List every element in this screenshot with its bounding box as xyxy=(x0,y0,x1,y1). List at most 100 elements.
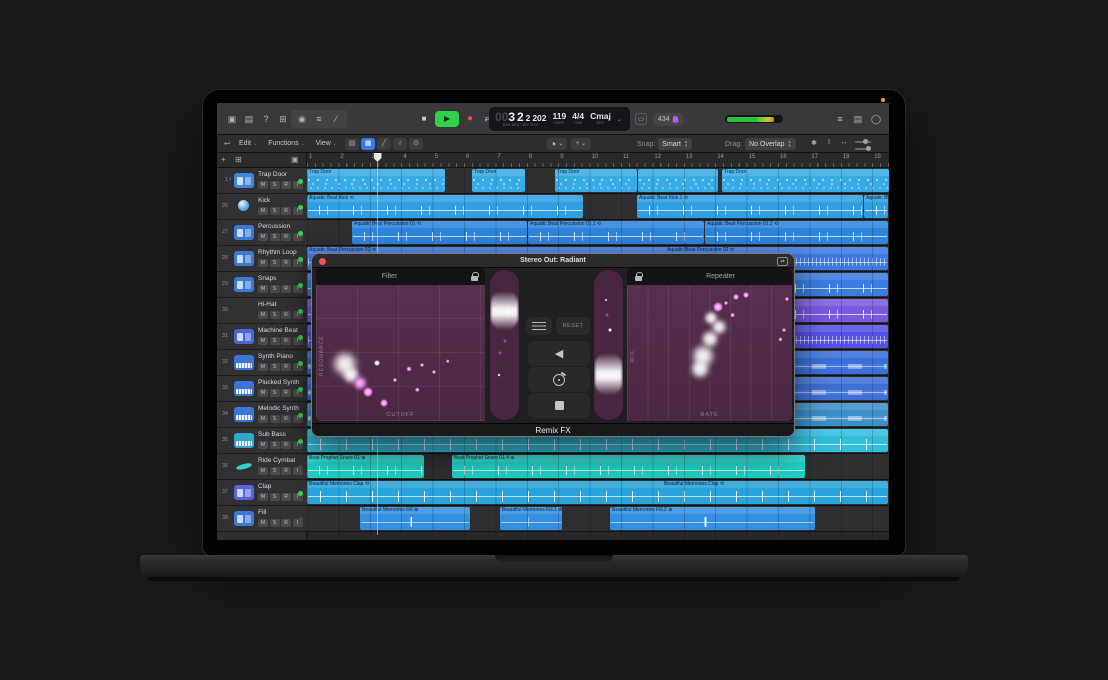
tape-stop-button[interactable] xyxy=(528,393,590,418)
track-header-clap[interactable]: 37ClapMSRI xyxy=(217,480,307,506)
mute-button[interactable]: M xyxy=(258,285,268,293)
solo-button[interactable]: S xyxy=(270,441,280,449)
track-name[interactable]: Sub Bass xyxy=(258,431,286,438)
track-name[interactable]: Kick xyxy=(258,197,270,204)
track-name[interactable]: Synth Piano xyxy=(258,353,293,360)
reverse-button[interactable]: ◀ xyxy=(528,341,590,366)
media-browser-icon[interactable]: ♫ xyxy=(887,112,889,126)
record-enable-button[interactable]: R xyxy=(281,259,291,267)
flex-icon[interactable]: ≀ xyxy=(393,138,407,150)
snap-select[interactable]: Smart▲▼ xyxy=(658,138,692,150)
region-beat-prophet-snare-01[interactable]: Beat Prophet Snare 01 ⊕ xyxy=(307,455,424,478)
scratch-button[interactable] xyxy=(528,367,590,392)
region-trap-door[interactable]: Trap Door xyxy=(555,169,637,192)
mute-button[interactable]: M xyxy=(258,259,268,267)
mute-button[interactable]: M xyxy=(258,389,268,397)
region-aquatic-beat-kick-1[interactable]: Aquatic Beat Kick.1 ⟲ xyxy=(637,195,863,218)
record-enable-button[interactable]: R xyxy=(281,181,291,189)
add-track-button[interactable]: + xyxy=(221,155,226,164)
record-enable-button[interactable]: R xyxy=(281,337,291,345)
bar-ruler[interactable]: 12345678910111213141516171819 xyxy=(307,153,889,168)
gater-slider[interactable] xyxy=(489,269,520,421)
solo-button[interactable]: S xyxy=(270,493,280,501)
repeater-lock-button[interactable] xyxy=(627,268,649,285)
region-trap-door[interactable]: Trap Door xyxy=(472,169,525,192)
repeater-xy-pad[interactable]: MIX RATE xyxy=(627,285,792,421)
pointer-tool[interactable]: ▲ ⌄ xyxy=(547,138,567,150)
track-header-plucked-synth[interactable]: 33Plucked SynthMSRI xyxy=(217,376,307,402)
duplicate-track-button[interactable]: ⊞ xyxy=(235,155,242,164)
record-enable-button[interactable]: R xyxy=(281,311,291,319)
track-zoom-button[interactable]: ▣ xyxy=(291,155,299,164)
catch-playhead-icon[interactable]: ⊙ xyxy=(409,138,423,150)
solo-button[interactable]: S xyxy=(270,467,280,475)
list-editors-icon[interactable]: ≡ xyxy=(833,112,847,126)
track-header-rhythm-loop[interactable]: 28Rhythm LoopMSRI xyxy=(217,246,307,272)
loop-browser-icon[interactable]: ◯ xyxy=(869,112,883,126)
track-header-sub-bass[interactable]: 35Sub BassMSRI xyxy=(217,428,307,454)
track-header-melodic-synth[interactable]: 34Melodic SynthMSRI xyxy=(217,402,307,428)
track-name[interactable]: Hi-Hat xyxy=(258,301,276,308)
region-aquatic-beat-percussion-01-2[interactable]: Aquatic Beat Percussion 01.2 ⟲ xyxy=(705,221,888,244)
record-enable-button[interactable]: R xyxy=(281,233,291,241)
smart-controls-icon[interactable]: ≡ xyxy=(312,112,326,126)
solo-button[interactable]: S xyxy=(270,233,280,241)
track-header-fill[interactable]: 38FillMSRI xyxy=(217,506,307,532)
solo-button[interactable]: S xyxy=(270,519,280,527)
mute-button[interactable]: M xyxy=(258,207,268,215)
tuner-icon[interactable]: ◉ xyxy=(295,112,309,126)
solo-button[interactable]: S xyxy=(270,259,280,267)
solo-button[interactable]: S xyxy=(270,285,280,293)
track-header-hi-hat[interactable]: 30Hi-HatMSRI xyxy=(217,298,307,324)
mute-button[interactable]: M xyxy=(258,415,268,423)
solo-button[interactable]: S xyxy=(270,389,280,397)
mute-button[interactable]: M xyxy=(258,233,268,241)
track-name[interactable]: Plucked Synth xyxy=(258,379,300,386)
region-aquatic-beat-percussion-01-1[interactable]: Aquatic Beat Percussion 01.1 ⟲ xyxy=(528,221,704,244)
play-button[interactable]: ▶ xyxy=(435,111,459,127)
track-name[interactable]: Fill xyxy=(258,509,266,516)
track-name[interactable]: Trap Door xyxy=(258,171,287,178)
record-button[interactable]: ● xyxy=(463,112,477,126)
zoom-fit-icon[interactable]: ↔ xyxy=(839,139,849,147)
track-name[interactable]: Clap xyxy=(258,483,271,490)
stop-button[interactable]: ■ xyxy=(417,112,431,126)
mute-button[interactable]: M xyxy=(258,311,268,319)
track-header-kick[interactable]: 26KickMSRI xyxy=(217,194,307,220)
close-window-button[interactable] xyxy=(319,258,326,265)
alert-count-badge[interactable]: 434 xyxy=(653,113,684,126)
menu-functions[interactable]: Functions ⌄ xyxy=(268,140,305,147)
track-view-icon[interactable]: ▦ xyxy=(361,138,375,150)
mute-button[interactable]: M xyxy=(258,181,268,189)
inspector-icon[interactable]: ▤ xyxy=(242,112,256,126)
automation-icon[interactable]: ╱ xyxy=(377,138,391,150)
region-aquatic-beat-kick-2[interactable]: Aquatic Beat Kick.2 ⟲ xyxy=(864,195,888,218)
filter-lock-button[interactable] xyxy=(463,268,485,285)
lcd-tempo[interactable]: 119 KEEP xyxy=(553,112,567,126)
track-name[interactable]: Ride Cymbal xyxy=(258,457,295,464)
solo-button[interactable]: S xyxy=(270,207,280,215)
region-inspector-icon[interactable]: ▤ xyxy=(345,138,359,150)
lcd-mode-button[interactable]: ▭ xyxy=(635,113,647,125)
solo-button[interactable]: S xyxy=(270,415,280,423)
record-enable-button[interactable]: R xyxy=(281,285,291,293)
track-name[interactable]: Rhythm Loop xyxy=(258,249,297,256)
snap-auto-icon[interactable]: ✱ xyxy=(809,139,819,147)
toolbar-icon[interactable]: ⊞ xyxy=(276,112,290,126)
vertical-zoom-slider[interactable] xyxy=(855,137,871,139)
solo-button[interactable]: S xyxy=(270,311,280,319)
mute-button[interactable]: M xyxy=(258,337,268,345)
region-beautiful-memories-fill-2[interactable]: Beautiful Memories Fill.2 ⊕ xyxy=(610,507,815,530)
region-trap-door[interactable]: Trap Door xyxy=(307,169,445,192)
quick-help-icon[interactable]: ? xyxy=(259,112,273,126)
region-beat-prophet-snare-01-4[interactable]: Beat Prophet Snare 01.4 ⊕ xyxy=(452,455,805,478)
track-name[interactable]: Snaps xyxy=(258,275,276,282)
pencil-icon[interactable]: ∕ xyxy=(329,112,343,126)
lcd-key[interactable]: Cmaj KEY xyxy=(590,112,611,126)
solo-button[interactable]: S xyxy=(270,181,280,189)
mute-button[interactable]: M xyxy=(258,519,268,527)
remix-fx-plugin-window[interactable]: Stereo Out: Radiant ⇄ Filter Repeater RE… xyxy=(311,253,795,437)
track-header-percussion[interactable]: 27PercussionMSRI xyxy=(217,220,307,246)
track-name[interactable]: Machine Beat xyxy=(258,327,298,334)
menu-edit[interactable]: Edit ⌄ xyxy=(239,140,257,147)
